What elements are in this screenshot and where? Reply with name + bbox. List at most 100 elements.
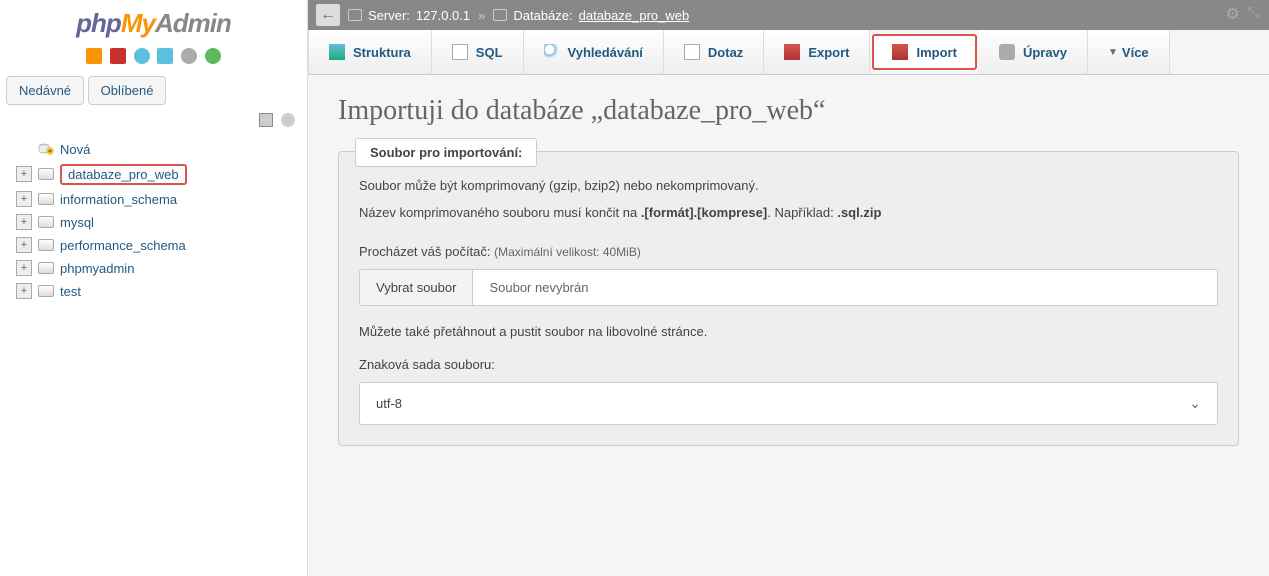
logo-my: My	[121, 8, 155, 38]
expand-icon[interactable]: +	[16, 191, 32, 207]
import-fieldset: Soubor pro importování: Soubor může být …	[338, 151, 1239, 446]
choose-file-button[interactable]: Vybrat soubor	[360, 270, 473, 305]
file-input-row: Vybrat soubor Soubor nevybrán	[359, 269, 1218, 306]
database-icon	[38, 239, 54, 251]
tab-export[interactable]: Export	[764, 30, 870, 74]
dotaz-icon	[684, 44, 700, 60]
max-size: (Maximální velikost: 40MiB)	[494, 245, 641, 259]
tree-item-label: databaze_pro_web	[60, 164, 187, 185]
desc-line2-bold2: .sql.zip	[837, 205, 881, 220]
breadcrumb-server[interactable]: Server: 127.0.0.1	[348, 8, 470, 23]
charset-label: Znaková sada souboru:	[359, 357, 1218, 372]
export-icon	[784, 44, 800, 60]
tree-item-label: mysql	[60, 214, 94, 231]
tree-item-performance-schema[interactable]: + performance_schema	[16, 234, 307, 257]
desc-line2: Název komprimovaného souboru musí končit…	[359, 203, 1218, 224]
gear-icon[interactable]: ⚙	[1225, 4, 1239, 24]
recent-tab[interactable]: Nedávné	[6, 76, 84, 105]
tab-vyhledavani[interactable]: Vyhledávání	[524, 30, 664, 74]
desc-line2-bold: .[formát].[komprese]	[641, 205, 767, 220]
tree-item-label: phpmyadmin	[60, 260, 134, 277]
db-tree: Nová + databaze_pro_web + information_schema…	[0, 134, 307, 303]
tree-item-label: Nová	[60, 141, 90, 158]
tab-upravy[interactable]: Úpravy	[979, 30, 1088, 74]
main: ← Server: 127.0.0.1 » Databáze: databaze…	[308, 0, 1269, 576]
collapse-panel-icon[interactable]: ⤡	[1248, 4, 1259, 24]
desc-line1: Soubor může být komprimovaný (gzip, bzip…	[359, 176, 1218, 197]
main-tabs: Struktura SQL Vyhledávání Dotaz Export Import…	[308, 30, 1269, 75]
reload-icon[interactable]	[205, 48, 221, 64]
database-icon	[38, 168, 54, 180]
breadcrumb-sep: »	[478, 8, 485, 23]
charset-select[interactable]: utf-8 ⌄	[359, 382, 1218, 425]
expand-icon[interactable]: +	[16, 237, 32, 253]
tree-item-label: performance_schema	[60, 237, 186, 254]
sql-icon	[452, 44, 468, 60]
link-icon[interactable]	[281, 113, 295, 127]
tree-item-phpmyadmin[interactable]: + phpmyadmin	[16, 257, 307, 280]
tab-label: SQL	[476, 45, 503, 60]
database-icon	[38, 262, 54, 274]
help-icon[interactable]	[134, 48, 150, 64]
server-label: Server:	[368, 8, 410, 23]
collapse-all-icon[interactable]	[259, 113, 273, 127]
tree-actions	[0, 109, 307, 134]
expand-icon[interactable]: +	[16, 260, 32, 276]
server-icon	[348, 9, 362, 21]
tab-label: Více	[1122, 45, 1149, 60]
struktura-icon	[329, 44, 345, 60]
tab-vice[interactable]: ▼ Více	[1088, 30, 1170, 74]
breadcrumb-db[interactable]: Databáze: databaze_pro_web	[493, 8, 689, 23]
tree-item-mysql[interactable]: + mysql	[16, 211, 307, 234]
tab-label: Import	[916, 45, 956, 60]
new-database-icon	[38, 143, 54, 155]
content: Importuji do databáze „databaze_pro_web“…	[308, 75, 1269, 576]
tab-label: Vyhledávání	[568, 45, 643, 60]
logout-icon[interactable]	[110, 48, 126, 64]
database-icon	[38, 193, 54, 205]
tree-item-label: information_schema	[60, 191, 177, 208]
desc-line2-prefix: Název komprimovaného souboru musí končit…	[359, 205, 641, 220]
fieldset-legend: Soubor pro importování:	[355, 138, 537, 167]
topbar-actions: ⚙ ⤡	[1225, 4, 1259, 24]
logo-php: php	[76, 8, 121, 38]
logo[interactable]: phpMyAdmin	[0, 0, 307, 43]
browse-label: Procházet váš počítač: (Maximální veliko…	[359, 244, 1218, 259]
vyhledavani-icon	[544, 44, 560, 60]
expand-icon[interactable]: +	[16, 214, 32, 230]
expand-icon[interactable]: +	[16, 283, 32, 299]
tree-item-label: test	[60, 283, 81, 300]
tab-struktura[interactable]: Struktura	[308, 30, 432, 74]
page-title: Importuji do databáze „databaze_pro_web“	[338, 95, 1239, 127]
drag-hint: Můžete také přetáhnout a pustit soubor n…	[359, 324, 1218, 339]
settings-icon[interactable]	[181, 48, 197, 64]
tab-label: Úpravy	[1023, 45, 1067, 60]
db-label: Databáze:	[513, 8, 572, 23]
upravy-icon	[999, 44, 1015, 60]
home-icon[interactable]	[86, 48, 102, 64]
chevron-down-icon: ⌄	[1189, 395, 1201, 412]
charset-value: utf-8	[376, 396, 402, 411]
back-button[interactable]: ←	[316, 4, 340, 26]
expand-icon[interactable]: +	[16, 166, 32, 182]
sidebar-tabs: Nedávné Oblíbené	[0, 72, 307, 109]
database-icon	[38, 216, 54, 228]
docs-icon[interactable]	[157, 48, 173, 64]
favorites-tab[interactable]: Oblíbené	[88, 76, 167, 105]
database-icon	[38, 285, 54, 297]
topbar: ← Server: 127.0.0.1 » Databáze: databaze…	[308, 0, 1269, 30]
tab-label: Struktura	[353, 45, 411, 60]
tree-item-test[interactable]: + test	[16, 280, 307, 303]
tab-dotaz[interactable]: Dotaz	[664, 30, 764, 74]
chevron-down-icon: ▼	[1108, 47, 1118, 58]
tree-item-nov-[interactable]: Nová	[16, 138, 307, 161]
tab-label: Dotaz	[708, 45, 743, 60]
tree-item-information-schema[interactable]: + information_schema	[16, 188, 307, 211]
database-icon	[493, 9, 507, 21]
tree-item-databaze-pro-web[interactable]: + databaze_pro_web	[16, 161, 307, 188]
tab-sql[interactable]: SQL	[432, 30, 524, 74]
tab-import[interactable]: Import	[872, 34, 976, 70]
desc-line2-mid: . Například:	[767, 205, 837, 220]
file-status: Soubor nevybrán	[473, 270, 1217, 305]
logo-admin: Admin	[155, 8, 231, 38]
